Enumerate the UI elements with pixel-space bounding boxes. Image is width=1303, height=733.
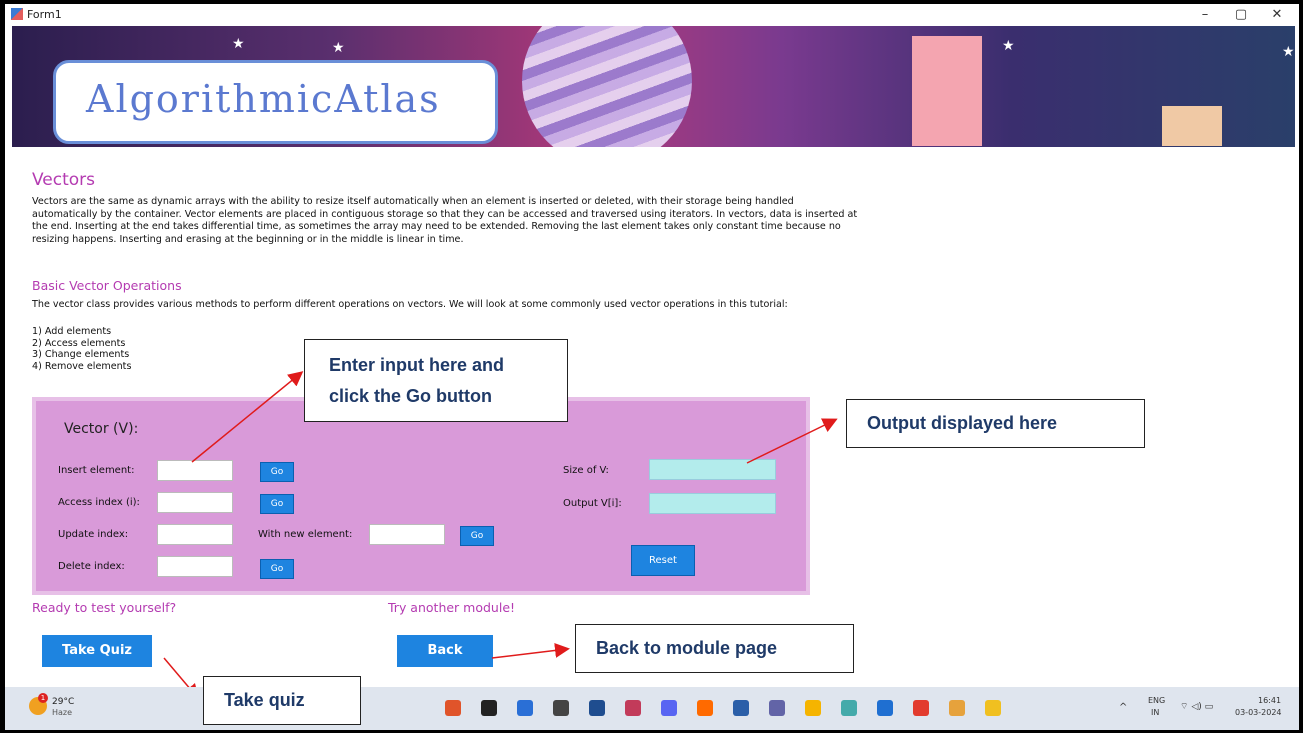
taskbar-app-icon[interactable] [769, 700, 785, 716]
panel-title: Vector (V): [64, 421, 139, 437]
logo: AlgorithmicAtlas [53, 60, 498, 144]
illustration-panel [912, 36, 982, 146]
header-banner: ★ ★ ★ ★ AlgorithmicAtlas [12, 26, 1295, 147]
list-item: 4) Remove elements [32, 360, 132, 372]
taskbar-app-icon[interactable] [733, 700, 749, 716]
taskbar-app-icon[interactable] [517, 700, 533, 716]
temperature: 29°C [52, 697, 75, 707]
update-label: Update index: [58, 529, 129, 540]
taskbar-app-icon[interactable] [805, 700, 821, 716]
weather-condition: Haze [52, 708, 73, 717]
insert-go-button[interactable]: Go [260, 462, 294, 482]
taskbar: 1 29°C Haze h ^ ENG IN ⌔ ◁) ▭ 16:41 03-0… [5, 687, 1299, 730]
section-heading: Basic Vector Operations [32, 278, 182, 293]
update-index-input[interactable] [157, 524, 233, 545]
page-title: Vectors [32, 170, 96, 190]
delete-go-button[interactable]: Go [260, 559, 294, 579]
insert-input[interactable] [157, 460, 233, 481]
delete-label: Delete index: [58, 561, 125, 572]
taskbar-app-icon[interactable] [913, 700, 929, 716]
maximize-button[interactable]: ▢ [1224, 5, 1258, 25]
language-region: IN [1151, 708, 1160, 717]
list-item: 2) Access elements [32, 337, 126, 349]
logo-text: AlgorithmicAtlas [86, 77, 441, 121]
taskbar-app-icon[interactable] [445, 700, 461, 716]
quiz-callout: Take quiz [203, 676, 361, 725]
intro-text: The vector class provides various method… [32, 299, 788, 310]
insert-label: Insert element: [58, 465, 135, 476]
minimize-button[interactable]: – [1188, 5, 1222, 25]
input-callout: Enter input here and click the Go button [304, 339, 568, 422]
output-label: Output V[i]: [563, 498, 622, 509]
reset-button[interactable]: Reset [631, 545, 695, 576]
chevron-up-icon[interactable]: ^ [1119, 702, 1127, 713]
window-title: Form1 [27, 8, 62, 21]
list-item: 3) Change elements [32, 349, 130, 360]
output-callout: Output displayed here [846, 399, 1145, 448]
taskbar-app-icon[interactable] [553, 700, 569, 716]
input-callout-line1: Enter input here and [329, 355, 505, 375]
app-icon [11, 8, 23, 20]
access-input[interactable] [157, 492, 233, 513]
close-button[interactable]: ✕ [1260, 5, 1294, 25]
taskbar-app-icon[interactable] [877, 700, 893, 716]
language-code[interactable]: ENG [1148, 696, 1165, 705]
taskbar-app-icon[interactable] [841, 700, 857, 716]
access-go-button[interactable]: Go [260, 494, 294, 514]
module-prompt: Try another module! [388, 600, 516, 615]
star-icon: ★ [332, 40, 345, 56]
update-go-button[interactable]: Go [460, 526, 494, 546]
star-icon: ★ [1282, 44, 1295, 60]
new-element-input[interactable] [369, 524, 445, 545]
taskbar-app-icon[interactable] [949, 700, 965, 716]
vector-panel: Vector (V): Insert element: Go Access in… [32, 397, 810, 595]
planet-illustration [522, 26, 692, 147]
taskbar-app-icon[interactable] [697, 700, 713, 716]
value-output [649, 493, 776, 514]
back-button[interactable]: Back [397, 635, 493, 667]
clock-time[interactable]: 16:41 [1258, 696, 1281, 705]
delete-input[interactable] [157, 556, 233, 577]
back-callout: Back to module page [575, 624, 854, 673]
operations-list: 1) Add elements 2) Access elements 3) Ch… [32, 326, 131, 372]
size-output [649, 459, 776, 480]
taskbar-app-icon[interactable] [625, 700, 641, 716]
app-window: Form1 – ▢ ✕ ★ ★ ★ ★ AlgorithmicAtlas Vec… [5, 4, 1299, 730]
wifi-volume-battery-icons[interactable]: ⌔ ◁) ▭ [1180, 701, 1213, 712]
notification-badge: 1 [38, 693, 48, 703]
house-illustration [1162, 106, 1222, 146]
new-element-label: With new element: [258, 529, 353, 540]
taskbar-app-icon[interactable] [985, 700, 1001, 716]
take-quiz-button[interactable]: Take Quiz [42, 635, 152, 667]
taskbar-app-icon[interactable] [481, 700, 497, 716]
list-item: 1) Add elements [32, 326, 112, 337]
title-bar: Form1 – ▢ ✕ [5, 4, 1299, 26]
size-label: Size of V: [563, 465, 609, 476]
clock-date[interactable]: 03-03-2024 [1235, 708, 1282, 717]
description-text: Vectors are the same as dynamic arrays w… [32, 196, 858, 245]
access-label: Access index (i): [58, 497, 140, 508]
star-icon: ★ [232, 36, 245, 52]
taskbar-app-icon[interactable] [661, 700, 677, 716]
taskbar-app-icon[interactable] [589, 700, 605, 716]
star-icon: ★ [1002, 38, 1015, 54]
input-callout-line2: click the Go button [329, 386, 493, 406]
quiz-prompt: Ready to test yourself? [32, 600, 177, 615]
